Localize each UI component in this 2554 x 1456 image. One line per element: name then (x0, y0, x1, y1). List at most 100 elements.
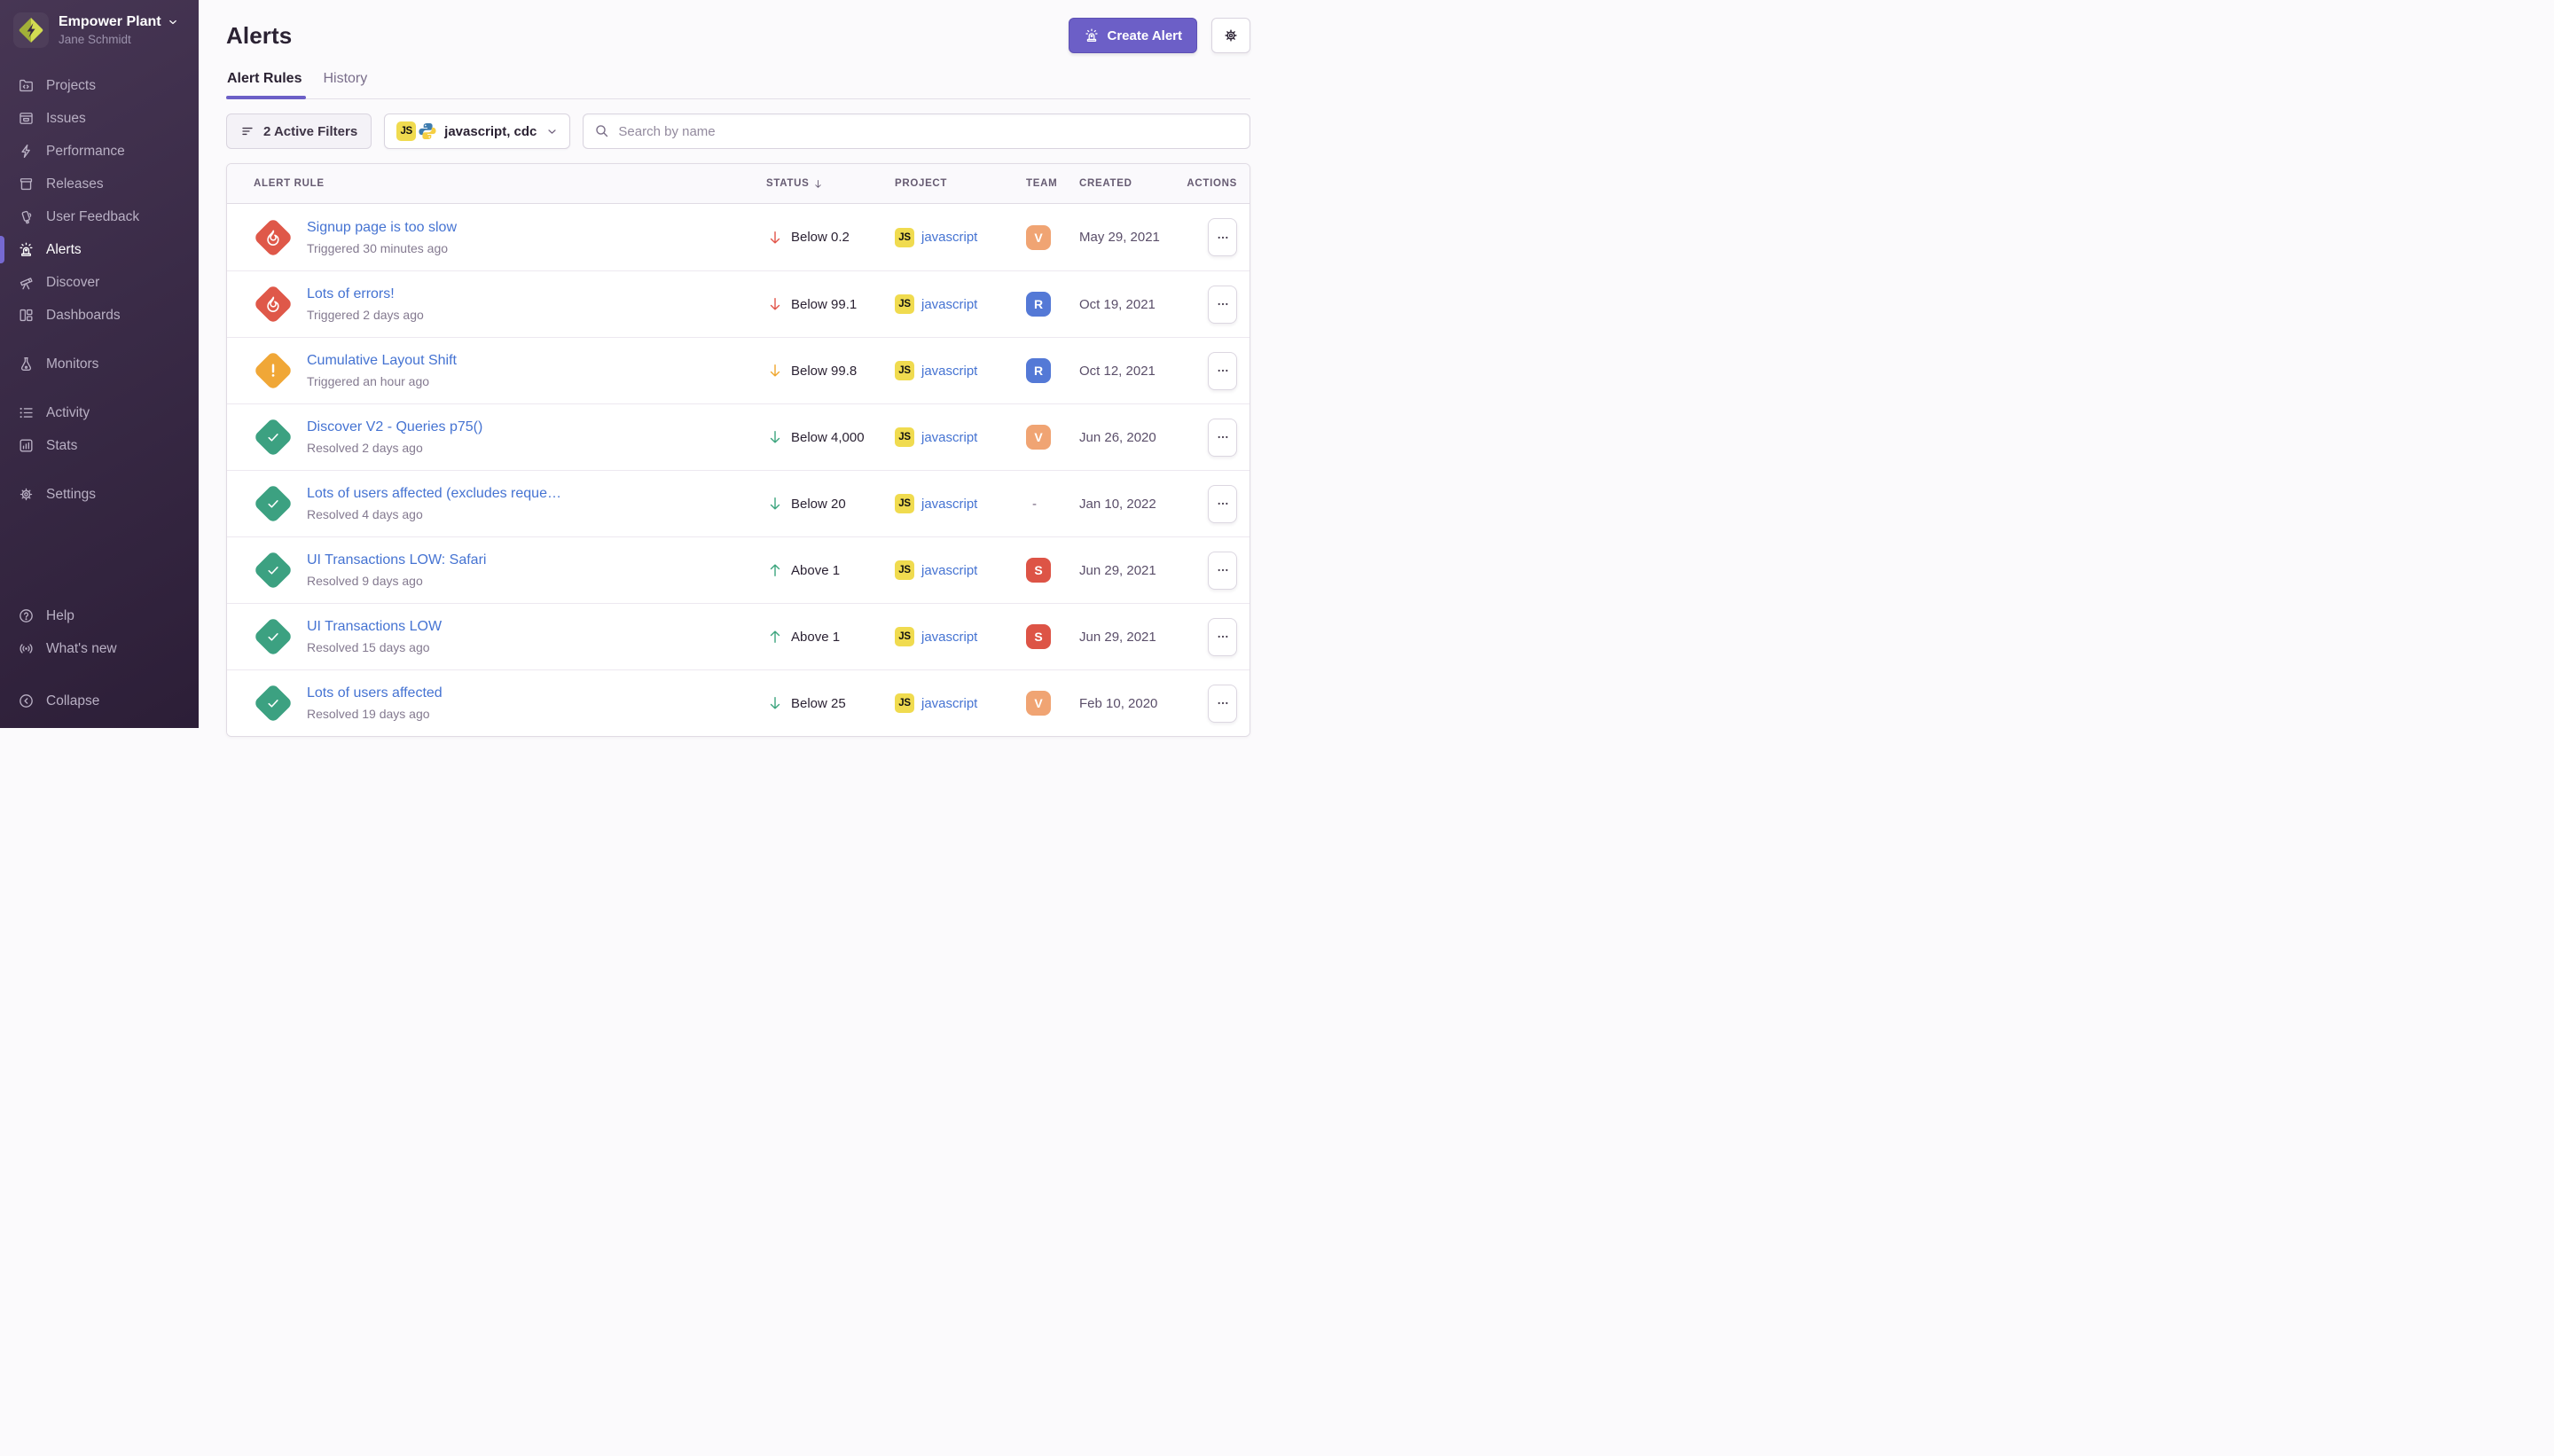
python-project-icon (418, 121, 437, 141)
column-header-alert-rule[interactable]: Alert Rule (254, 178, 766, 189)
team-avatar[interactable]: R (1026, 292, 1051, 317)
sidebar-item-releases[interactable]: Releases (0, 168, 199, 200)
sidebar-item-help[interactable]: Help (0, 599, 199, 632)
sidebar-item-stats[interactable]: Stats (0, 429, 199, 462)
created-date: Jun 26, 2020 (1079, 430, 1179, 445)
sidebar-item-issues[interactable]: Issues (0, 102, 199, 135)
team-cell: S (1026, 558, 1079, 583)
created-date: Oct 12, 2021 (1079, 364, 1179, 379)
project-cell: JSjavascript (895, 427, 1026, 447)
project-link[interactable]: javascript (921, 696, 977, 711)
project-link[interactable]: javascript (921, 297, 977, 312)
releases-icon (18, 176, 35, 192)
javascript-project-icon: JS (895, 294, 914, 314)
alert-rule-link[interactable]: Lots of users affected (excludes reque… (307, 486, 561, 502)
check-icon (263, 627, 283, 646)
team-avatar[interactable]: V (1026, 691, 1051, 716)
activity-icon (18, 404, 35, 421)
column-header-project[interactable]: Project (895, 178, 1026, 189)
column-header-team[interactable]: Team (1026, 178, 1079, 189)
table-row: UI Transactions LOW: SafariResolved 9 da… (227, 536, 1250, 603)
row-actions-button[interactable] (1208, 352, 1237, 390)
org-switcher[interactable]: Empower Plant Jane Schmidt (0, 12, 199, 48)
alert-rule-subtitle: Resolved 2 days ago (307, 441, 482, 455)
arrow-down-icon (766, 362, 784, 380)
alert-rule-link[interactable]: UI Transactions LOW (307, 619, 442, 635)
project-link[interactable]: javascript (921, 230, 977, 245)
team-cell: S (1026, 624, 1079, 649)
status-value: Above 1 (791, 563, 840, 578)
team-cell: V (1026, 225, 1079, 250)
sidebar-collapse-button[interactable]: Collapse (0, 685, 199, 717)
sidebar-item-what-s-new[interactable]: What's new (0, 632, 199, 665)
sidebar-item-dashboards[interactable]: Dashboards (0, 299, 199, 332)
column-header-created[interactable]: Created (1079, 178, 1179, 189)
team-avatar[interactable]: R (1026, 358, 1051, 383)
alert-rule-subtitle: Triggered an hour ago (307, 374, 457, 388)
sidebar-item-performance[interactable]: Performance (0, 135, 199, 168)
sidebar-item-label: Dashboards (46, 308, 121, 324)
project-filter-dropdown[interactable]: JS javascript, cdc (384, 114, 570, 149)
resolved-status-icon (254, 551, 293, 590)
alert-rule-link[interactable]: Cumulative Layout Shift (307, 353, 457, 369)
row-actions-button[interactable] (1208, 485, 1237, 523)
sidebar-item-user-feedback[interactable]: User Feedback (0, 200, 199, 233)
project-link[interactable]: javascript (921, 364, 977, 379)
row-actions-button[interactable] (1208, 419, 1237, 457)
team-avatar[interactable]: V (1026, 425, 1051, 450)
column-header-status[interactable]: Status (766, 178, 895, 190)
search-input[interactable] (583, 114, 1250, 149)
sidebar-item-monitors[interactable]: Monitors (0, 348, 199, 380)
org-name: Empower Plant (59, 14, 161, 30)
row-actions-button[interactable] (1208, 552, 1237, 590)
status-value: Above 1 (791, 630, 840, 645)
alert-settings-button[interactable] (1211, 18, 1250, 53)
row-actions-button[interactable] (1208, 218, 1237, 256)
ellipsis-icon (1216, 297, 1230, 311)
arrow-up-icon (766, 561, 784, 579)
created-date: Jun 29, 2021 (1079, 630, 1179, 645)
row-actions-button[interactable] (1208, 618, 1237, 656)
alert-rule-link[interactable]: Lots of users affected (307, 685, 443, 701)
sidebar-item-label: Issues (46, 111, 86, 127)
sidebar-item-label: Discover (46, 275, 99, 291)
javascript-project-icon: JS (895, 494, 914, 513)
whats-new-icon (18, 640, 35, 657)
sidebar-item-label: Help (46, 608, 74, 624)
active-filters-button[interactable]: 2 Active Filters (226, 114, 372, 149)
sidebar-item-settings[interactable]: Settings (0, 478, 199, 511)
project-link[interactable]: javascript (921, 430, 977, 445)
sidebar-item-projects[interactable]: Projects (0, 69, 199, 102)
sidebar-item-label: Stats (46, 438, 77, 454)
alert-rule-link[interactable]: Signup page is too slow (307, 220, 457, 236)
sidebar-item-activity[interactable]: Activity (0, 396, 199, 429)
sort-descending-icon (812, 178, 824, 190)
sidebar-item-alerts[interactable]: Alerts (0, 233, 199, 266)
main-content: Alerts Create Alert (199, 0, 1277, 728)
sidebar-item-label: Alerts (46, 242, 82, 258)
sidebar-item-label: User Feedback (46, 209, 139, 225)
team-avatar[interactable]: V (1026, 225, 1051, 250)
warning-icon (263, 361, 283, 380)
project-link[interactable]: javascript (921, 563, 977, 578)
project-link[interactable]: javascript (921, 497, 977, 512)
row-actions-button[interactable] (1208, 685, 1237, 723)
project-link[interactable]: javascript (921, 630, 977, 645)
team-avatar[interactable]: S (1026, 558, 1051, 583)
team-avatar[interactable]: S (1026, 624, 1051, 649)
arrow-down-icon (766, 495, 784, 513)
create-alert-button[interactable]: Create Alert (1069, 18, 1197, 53)
row-actions-button[interactable] (1208, 286, 1237, 324)
tab-alert-rules[interactable]: Alert Rules (226, 66, 302, 98)
tab-history[interactable]: History (322, 66, 368, 98)
ellipsis-icon (1216, 497, 1230, 511)
siren-icon (1084, 27, 1100, 43)
column-header-actions[interactable]: Actions (1179, 178, 1237, 189)
alert-rule-link[interactable]: Lots of errors! (307, 286, 424, 302)
alert-rule-link[interactable]: UI Transactions LOW: Safari (307, 552, 486, 568)
sidebar-item-discover[interactable]: Discover (0, 266, 199, 299)
status-cell: Below 25 (766, 694, 895, 712)
alert-rule-link[interactable]: Discover V2 - Queries p75() (307, 419, 482, 435)
check-icon (263, 693, 283, 713)
created-date: Oct 19, 2021 (1079, 297, 1179, 312)
